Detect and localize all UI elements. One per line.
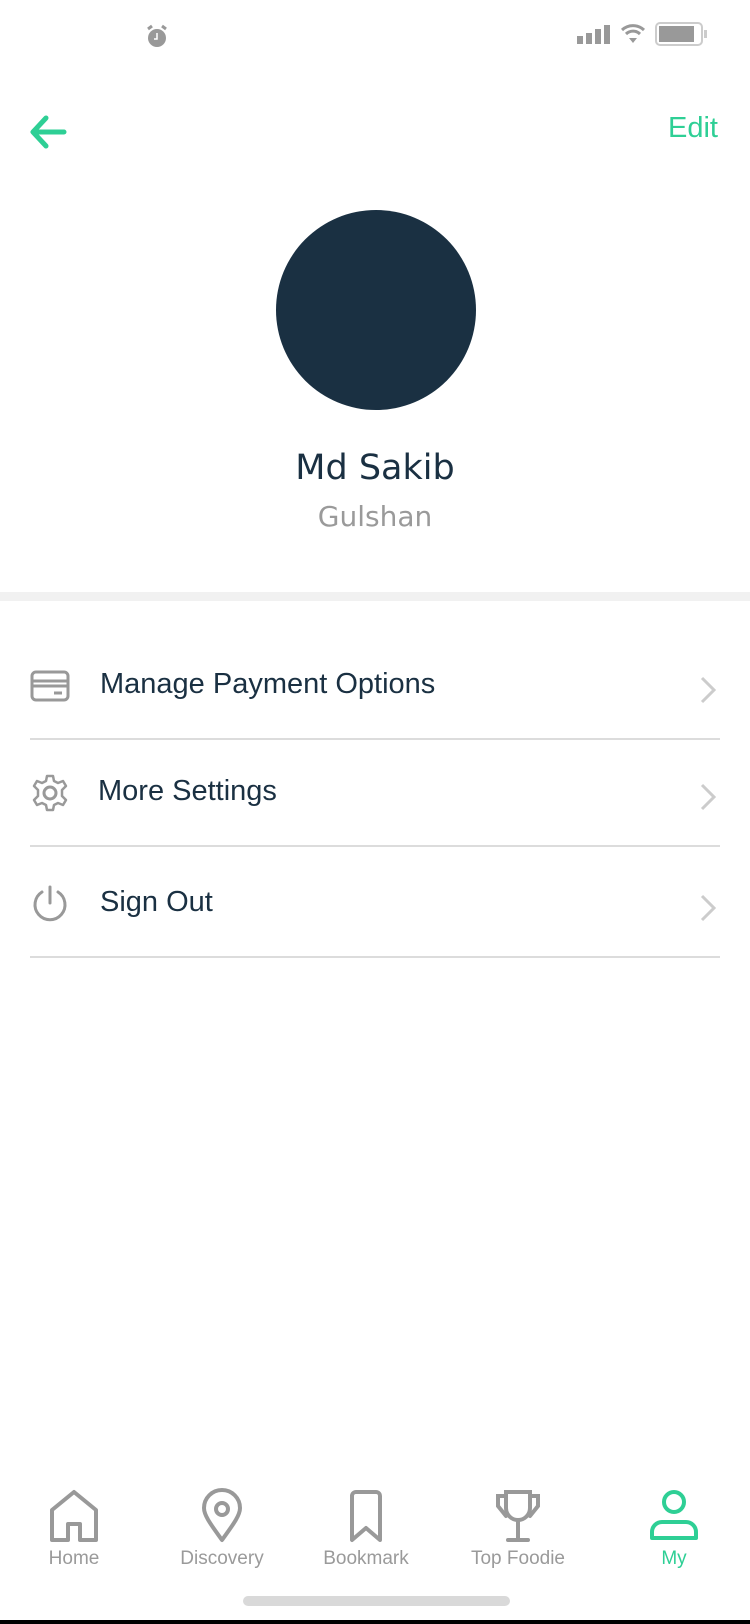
edit-button[interactable]: Edit (668, 112, 718, 145)
credit-card-icon (30, 670, 70, 702)
trophy-icon (496, 1490, 540, 1542)
divider (30, 845, 720, 847)
battery-icon (655, 22, 707, 46)
alarm-icon (147, 24, 167, 47)
tab-label: My (661, 1548, 687, 1569)
chevron-right-icon (700, 676, 716, 704)
tab-label: Discovery (180, 1548, 264, 1569)
profile-location: Gulshan (317, 500, 433, 533)
section-divider (0, 592, 750, 601)
signal-icon (577, 25, 610, 44)
menu-item-label: Sign Out (100, 886, 213, 918)
divider (30, 738, 720, 740)
menu-item-label: More Settings (98, 775, 277, 807)
profile-name: Md Sakib (295, 448, 455, 488)
gear-icon (32, 774, 68, 812)
tab-bookmark[interactable]: Bookmark (296, 1488, 436, 1570)
tab-my[interactable]: My (604, 1488, 744, 1570)
home-indicator[interactable] (243, 1596, 510, 1606)
tab-label: Bookmark (323, 1548, 409, 1569)
menu-item-label: Manage Payment Options (100, 668, 436, 700)
chevron-right-icon (700, 783, 716, 811)
wifi-icon (620, 24, 646, 43)
tab-home[interactable]: Home (4, 1488, 144, 1570)
power-icon (33, 885, 67, 922)
location-pin-icon (202, 1488, 242, 1542)
tab-discovery[interactable]: Discovery (152, 1488, 292, 1570)
avatar[interactable] (276, 210, 476, 410)
menu-item-manage-payment[interactable]: Manage Payment Options (0, 634, 750, 740)
bookmark-icon (350, 1490, 382, 1542)
home-icon (50, 1490, 98, 1542)
back-arrow-icon[interactable] (28, 112, 68, 152)
tab-label: Top Foodie (470, 1548, 565, 1569)
tab-top-foodie[interactable]: Top Foodie (448, 1488, 588, 1570)
menu-item-more-settings[interactable]: More Settings (0, 741, 750, 847)
chevron-right-icon (700, 894, 716, 922)
menu-item-sign-out[interactable]: Sign Out (0, 852, 750, 958)
screen-edge (0, 1620, 750, 1624)
divider (30, 956, 720, 958)
user-icon (650, 1490, 698, 1540)
tab-label: Home (48, 1548, 100, 1569)
